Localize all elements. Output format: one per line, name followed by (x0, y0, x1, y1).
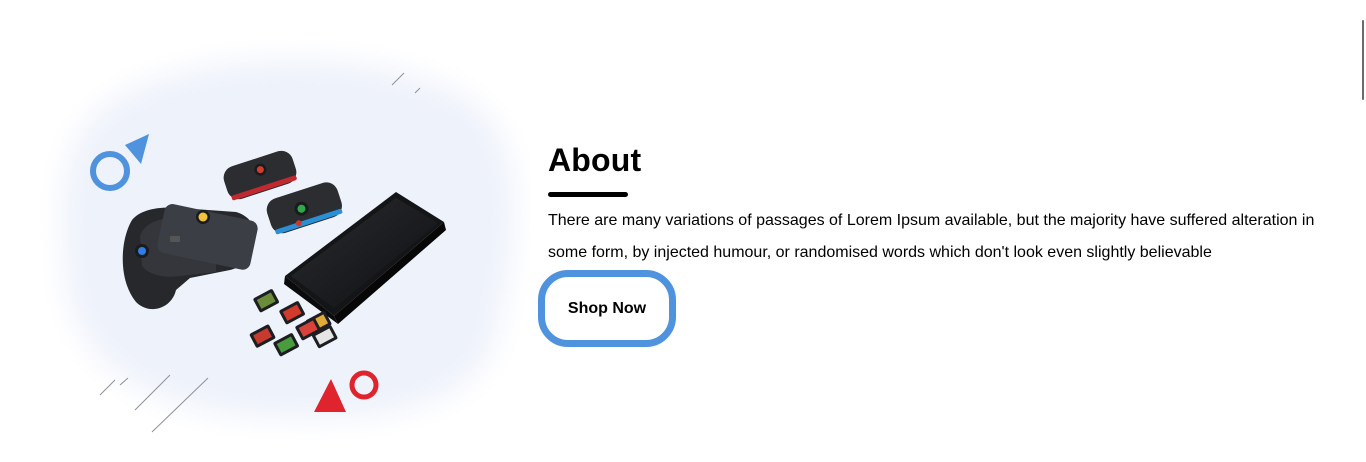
scrollbar[interactable] (1360, 0, 1366, 462)
about-illustration (40, 40, 530, 440)
title-underline (548, 192, 628, 197)
about-title: About (548, 142, 642, 178)
scrollbar-thumb[interactable] (1362, 20, 1364, 100)
about-content: About There are many variations of passa… (548, 140, 1338, 269)
about-section: About There are many variations of passa… (0, 0, 1366, 462)
about-description: There are many variations of passages of… (548, 212, 1315, 261)
shop-now-button[interactable]: Shop Now (538, 270, 676, 347)
